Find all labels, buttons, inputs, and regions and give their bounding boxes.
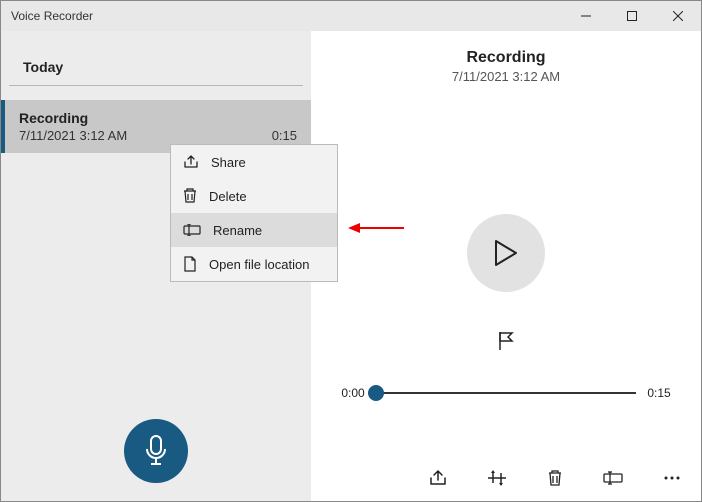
close-button[interactable] bbox=[655, 1, 701, 31]
timeline: 0:00 0:15 bbox=[336, 386, 676, 400]
recording-name: Recording bbox=[19, 110, 297, 126]
time-end: 0:15 bbox=[642, 386, 676, 400]
context-menu-rename[interactable]: Rename bbox=[171, 213, 337, 247]
more-button[interactable] bbox=[663, 475, 681, 481]
rename-button[interactable] bbox=[603, 471, 623, 485]
time-start: 0:00 bbox=[336, 386, 370, 400]
section-today: Today bbox=[9, 31, 303, 86]
context-menu-label: Share bbox=[211, 155, 246, 170]
titlebar: Voice Recorder bbox=[1, 1, 701, 31]
rename-icon bbox=[603, 471, 623, 485]
context-menu-label: Open file location bbox=[209, 257, 309, 272]
maximize-icon bbox=[627, 11, 637, 21]
play-icon bbox=[494, 239, 518, 267]
delete-button[interactable] bbox=[547, 469, 563, 487]
minimize-button[interactable] bbox=[563, 1, 609, 31]
annotation-arrow bbox=[348, 220, 404, 236]
detail-timestamp: 7/11/2021 3:12 AM bbox=[452, 69, 560, 84]
maximize-button[interactable] bbox=[609, 1, 655, 31]
app-title: Voice Recorder bbox=[1, 9, 563, 23]
context-menu-open-location[interactable]: Open file location bbox=[171, 247, 337, 281]
seek-track[interactable] bbox=[376, 392, 636, 394]
detail-pane: Recording 7/11/2021 3:12 AM 0:00 0:15 bbox=[311, 31, 701, 501]
rename-icon bbox=[183, 224, 201, 236]
trash-icon bbox=[183, 188, 197, 204]
close-icon bbox=[673, 11, 683, 21]
share-icon bbox=[183, 154, 199, 170]
record-button[interactable] bbox=[124, 419, 188, 483]
trim-icon bbox=[487, 470, 507, 486]
seek-thumb[interactable] bbox=[368, 385, 384, 401]
context-menu-label: Delete bbox=[209, 189, 247, 204]
file-icon bbox=[183, 256, 197, 272]
context-menu-share[interactable]: Share bbox=[171, 145, 337, 179]
detail-title: Recording bbox=[466, 49, 545, 67]
marker-button[interactable] bbox=[496, 330, 516, 352]
share-button[interactable] bbox=[429, 469, 447, 487]
microphone-icon bbox=[143, 434, 169, 468]
context-menu-delete[interactable]: Delete bbox=[171, 179, 337, 213]
trash-icon bbox=[547, 469, 563, 487]
ellipsis-icon bbox=[663, 475, 681, 481]
context-menu: Share Delete Rename Open file location bbox=[170, 144, 338, 282]
minimize-icon bbox=[581, 11, 591, 21]
trim-button[interactable] bbox=[487, 470, 507, 486]
recording-timestamp: 7/11/2021 3:12 AM bbox=[19, 128, 127, 143]
context-menu-label: Rename bbox=[213, 223, 262, 238]
recording-duration: 0:15 bbox=[272, 128, 297, 143]
share-icon bbox=[429, 469, 447, 487]
play-button[interactable] bbox=[467, 214, 545, 292]
flag-icon bbox=[496, 330, 516, 352]
